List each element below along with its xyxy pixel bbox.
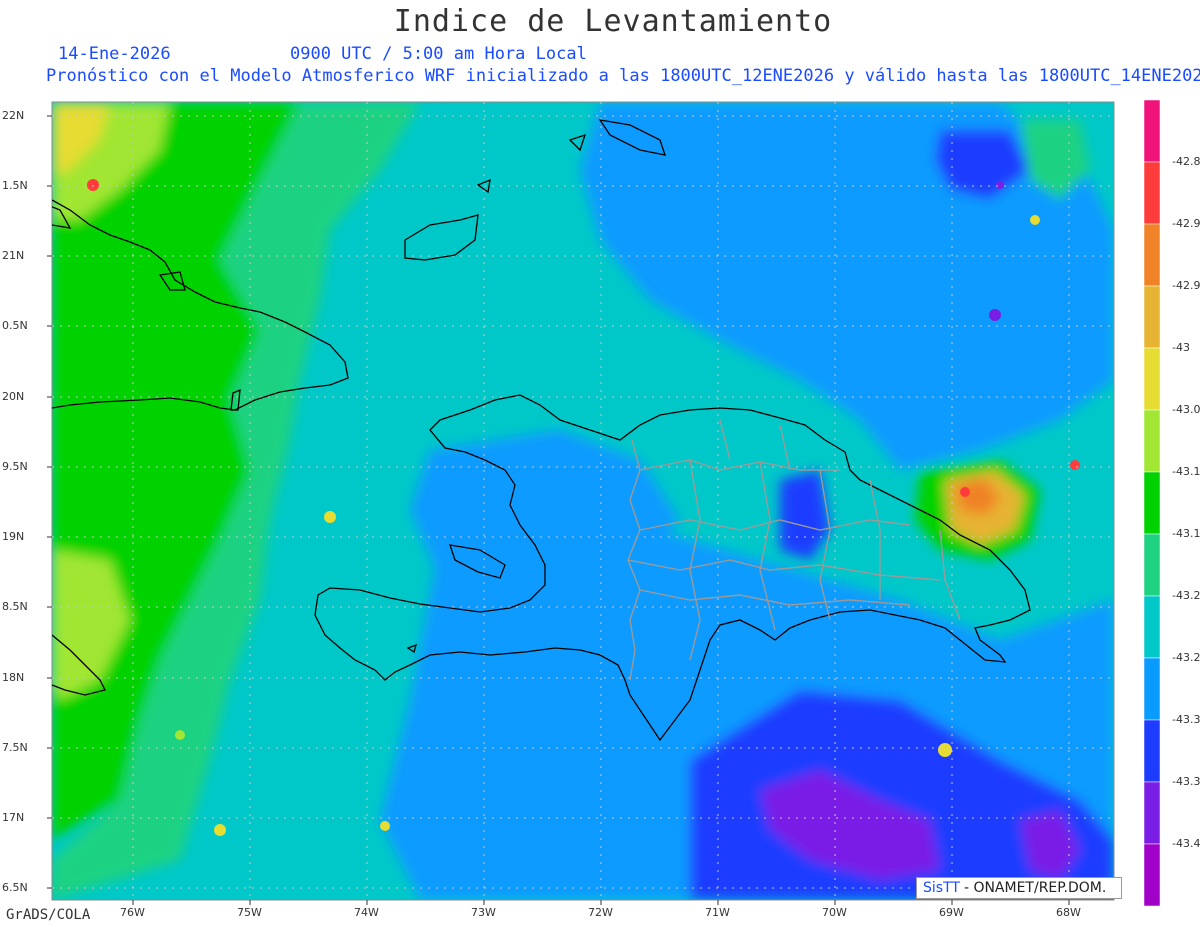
colorbar-swatch — [1144, 409, 1161, 473]
lat-label: 22N — [2, 109, 25, 122]
red-cell — [1070, 460, 1080, 470]
red-cell — [960, 487, 970, 497]
lon-label: 74W — [354, 906, 379, 919]
yellow-cell — [1030, 215, 1040, 225]
colorbar-label: -43 — [1172, 341, 1190, 354]
yellow-cell — [324, 511, 336, 523]
red-cell — [87, 179, 99, 191]
lat-label: 20N — [2, 390, 25, 403]
lon-label: 76W — [120, 906, 145, 919]
credit-text: - ONAMET/REP.DOM. — [963, 880, 1107, 896]
colorbar-swatch — [1144, 843, 1161, 906]
colorbar-swatch — [1144, 347, 1161, 411]
colorbar-label: -42.9 — [1172, 217, 1200, 230]
colorbar-label: -43.2 — [1172, 651, 1200, 664]
lat-label: 9.5N — [2, 460, 28, 473]
lon-label: 72W — [588, 906, 613, 919]
colorbar-swatch — [1144, 471, 1161, 535]
purple-cell — [989, 309, 1001, 321]
colorbar-label: -42.9 — [1172, 279, 1200, 292]
field-layer — [52, 102, 1114, 900]
colorbar-label: -43.3 — [1172, 775, 1200, 788]
credit-box: SisTT - ONAMET/REP.DOM. — [916, 877, 1122, 899]
colorbar-label: -43.1 — [1172, 465, 1200, 478]
lon-label: 73W — [471, 906, 496, 919]
colorbar — [1144, 100, 1161, 906]
lat-label: 17N — [2, 811, 25, 824]
yellow-cell — [380, 821, 390, 831]
lat-label: 19N — [2, 530, 25, 543]
colorbar-swatch — [1144, 595, 1161, 659]
lifted-index-map — [47, 101, 1115, 905]
lon-label: 69W — [939, 906, 964, 919]
lon-label: 70W — [822, 906, 847, 919]
colorbar-swatch — [1144, 657, 1161, 721]
sistt-logo: SisTT — [923, 880, 960, 896]
colorbar-swatch — [1144, 719, 1161, 783]
lat-label: 8.5N — [2, 600, 28, 613]
lon-label: 71W — [705, 906, 730, 919]
yellow-cell — [938, 743, 952, 757]
colorbar-swatch — [1144, 161, 1161, 225]
software-label: GrADS/COLA — [6, 907, 91, 923]
lon-label: 75W — [237, 906, 262, 919]
colorbar-label: -43.3 — [1172, 713, 1200, 726]
colorbar-label: -43.2 — [1172, 589, 1200, 602]
colorbar-label: -43.4 — [1172, 837, 1200, 850]
lat-label: 18N — [2, 671, 25, 684]
colorbar-label: -42.8 — [1172, 155, 1200, 168]
lon-label: 68W — [1056, 906, 1081, 919]
colorbar-swatch — [1144, 100, 1161, 163]
colorbar-swatch — [1144, 223, 1161, 287]
lat-label: 21N — [2, 249, 25, 262]
lat-label: 7.5N — [2, 741, 28, 754]
colorbar-label: -43.0 — [1172, 403, 1200, 416]
yellow-cell — [214, 824, 226, 836]
lat-label: 1.5N — [2, 179, 28, 192]
purple-cell — [996, 181, 1004, 189]
colorbar-label: -43.1 — [1172, 527, 1200, 540]
lat-label: 6.5N — [2, 881, 28, 894]
colorbar-swatch — [1144, 285, 1161, 349]
green-cell — [175, 730, 185, 740]
lat-label: 0.5N — [2, 319, 28, 332]
colorbar-swatch — [1144, 781, 1161, 845]
colorbar-swatch — [1144, 533, 1161, 597]
